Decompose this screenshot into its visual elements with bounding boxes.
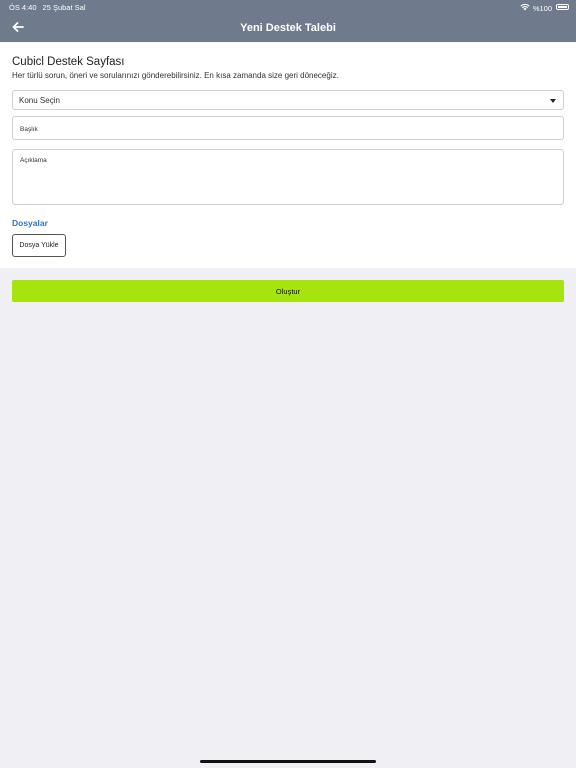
battery-icon	[556, 4, 569, 10]
create-button[interactable]: Oluştur	[12, 280, 564, 302]
title-input[interactable]: Başlık	[12, 116, 564, 140]
files-label: Dosyalar	[12, 218, 48, 228]
wifi-icon	[520, 3, 530, 13]
status-bar: ÖS 4:40 25 Şubat Sal %100	[0, 0, 576, 14]
description-textarea[interactable]: Açıklama	[12, 149, 564, 205]
topic-select[interactable]: Konu Seçin	[12, 90, 564, 110]
page-title: Yeni Destek Talebi	[240, 22, 336, 34]
title-placeholder: Başlık	[20, 126, 38, 133]
description-placeholder: Açıklama	[20, 157, 47, 164]
caret-down-icon	[550, 99, 556, 103]
support-form: Cubicl Destek Sayfası Her türlü sorun, ö…	[0, 42, 576, 268]
status-date: 25 Şubat Sal	[42, 3, 86, 12]
status-time: ÖS 4:40	[9, 3, 37, 12]
form-heading: Cubicl Destek Sayfası	[12, 56, 125, 68]
upload-file-button[interactable]: Dosya Yükle	[12, 234, 66, 257]
navigation-bar: Yeni Destek Talebi	[0, 14, 576, 42]
home-indicator	[200, 760, 376, 763]
topic-select-value: Konu Seçin	[19, 96, 60, 105]
form-subheading: Her türlü sorun, öneri ve sorularınızı g…	[12, 71, 339, 80]
battery-percent: %100	[532, 3, 552, 13]
